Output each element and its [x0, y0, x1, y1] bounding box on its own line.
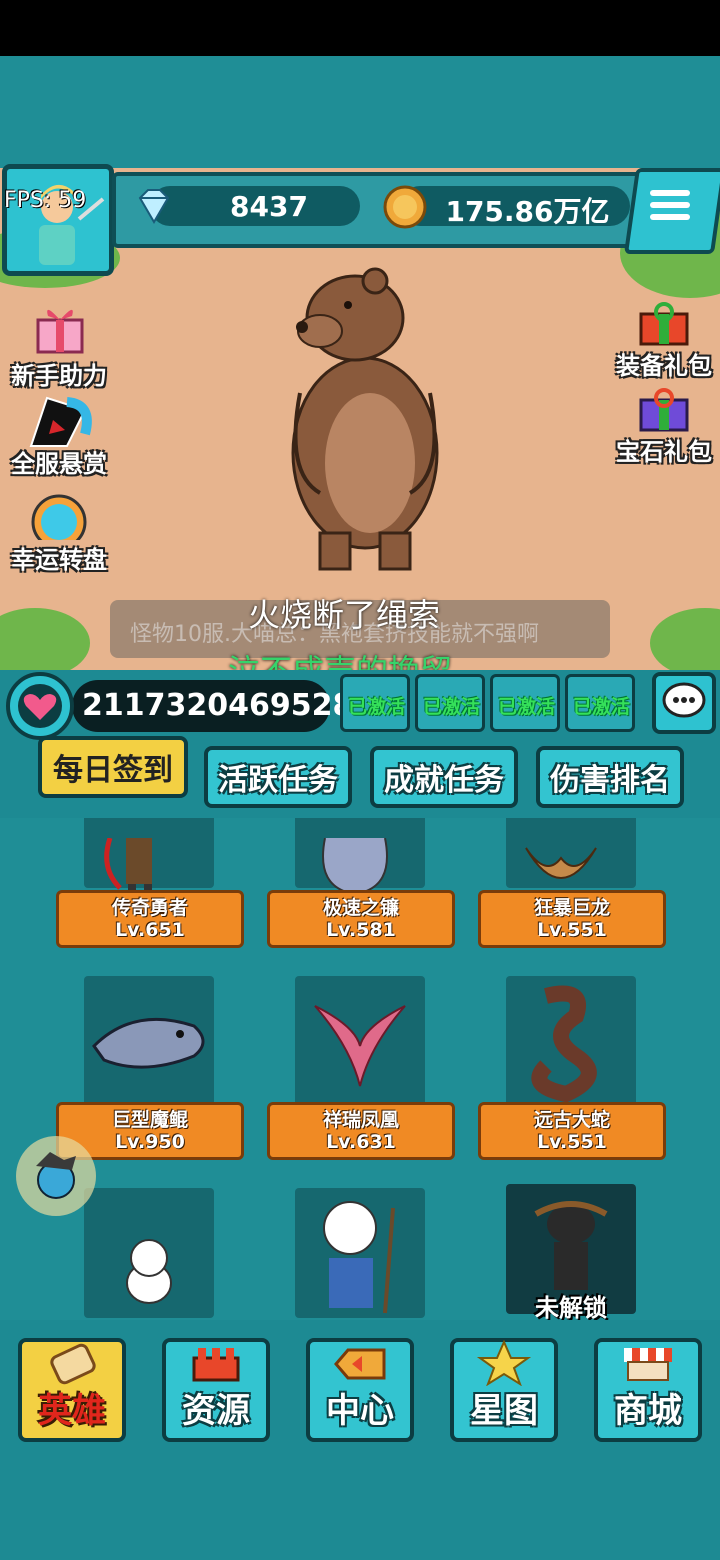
lucky-wheel-icon [31, 494, 87, 550]
newbie-boost-label: 新手助力 [11, 362, 107, 390]
player-avatar[interactable] [2, 164, 114, 276]
hero-ribbon: 传奇勇者 Lv.651 [56, 890, 244, 948]
hero-ribbon: 狂暴巨龙 Lv.551 [478, 890, 666, 948]
legend-hero-icon [104, 838, 152, 898]
lucky-wheel-button[interactable]: 幸运转盘 [4, 492, 114, 575]
lucky-wheel-label: 幸运转盘 [11, 546, 107, 574]
server-bounty-label: 全服悬赏 [11, 450, 107, 478]
shop-awning-icon [624, 1348, 672, 1381]
berserk-dragon-icon [525, 847, 597, 879]
resource-building-icon [192, 1348, 240, 1382]
top-frame [0, 56, 720, 174]
bear-monster[interactable] [280, 263, 450, 573]
hero-name: 狂暴巨龙 [533, 897, 610, 919]
fps-counter: FPS: 59 [4, 188, 87, 213]
hero-card-image[interactable] [506, 976, 636, 1106]
star-icon [476, 1340, 532, 1386]
hero-card-image[interactable] [84, 976, 214, 1106]
hero-card-image-locked[interactable]: 未解锁 [506, 1184, 636, 1322]
tab-damage-ranking[interactable]: 伤害排名 [536, 746, 684, 808]
hero-level: Lv.950 [115, 1131, 185, 1153]
bounty-flag-icon [29, 396, 92, 447]
activated-badge: 已激活 [498, 696, 556, 718]
status-bar [0, 0, 720, 56]
signpost-icon [334, 1348, 386, 1380]
hero-card-image[interactable] [295, 976, 425, 1106]
tab-active-tasks[interactable]: 活跃任务 [204, 746, 352, 808]
gem-count: 8437 [230, 190, 308, 223]
gem-gift-icon [639, 388, 689, 432]
bush-decoration [650, 608, 720, 670]
hero-name: 祥瑞凤凰 [322, 1109, 399, 1131]
gem-pack-label: 宝石礼包 [616, 438, 712, 466]
nav-resources-label: 资源 [182, 1391, 250, 1431]
hero-name: 远古大蛇 [533, 1109, 610, 1131]
gem-pack-button[interactable]: 宝石礼包 [610, 386, 718, 467]
nav-center-label: 中心 [326, 1391, 394, 1431]
hero-portrait-icon [39, 184, 105, 265]
hero-level: Lv.581 [326, 919, 396, 941]
tab-achievement-tasks[interactable]: 成就任务 [370, 746, 518, 808]
cat-pet-icon [36, 1152, 76, 1199]
hero-ribbon: 远古大蛇 Lv.551 [478, 1102, 666, 1160]
newbie-boost-button[interactable]: 新手助力 [4, 300, 114, 391]
phoenix-icon [314, 1005, 406, 1087]
equipment-pack-button[interactable]: 装备礼包 [610, 300, 718, 381]
hero-card-image[interactable] [84, 1188, 214, 1318]
activated-badge: 已激活 [573, 696, 631, 718]
floating-pet-button[interactable] [16, 1136, 96, 1216]
hero-grid: 传奇勇者 Lv.651 极速之镰 Lv.581 狂暴巨龙 Lv.551 巨型魔鲲… [0, 818, 720, 1338]
nav-star-map-label: 星图 [470, 1391, 538, 1431]
hero-name: 极速之镰 [322, 897, 399, 919]
hamburger-icon [650, 186, 690, 226]
locked-hero-silhouette-icon [534, 1201, 608, 1290]
equipment-pack-label: 装备礼包 [616, 352, 712, 380]
nav-shop-label: 商城 [614, 1391, 682, 1431]
speed-scythe-icon [322, 838, 388, 896]
hero-level: Lv.551 [537, 919, 607, 941]
activated-badge: 已激活 [423, 696, 481, 718]
bush-decoration [0, 608, 90, 670]
hp-value: 21173204695288 [82, 688, 375, 723]
scroll-icon [50, 1343, 96, 1385]
tab-daily-signin[interactable]: 每日签到 [38, 736, 188, 798]
hero-level: Lv.551 [537, 1131, 607, 1153]
chat-button[interactable] [652, 672, 716, 734]
nav-heroes-label: 英雄 [38, 1391, 106, 1431]
hero-ribbon: 极速之镰 Lv.581 [267, 890, 455, 948]
subtitle-line-1: 火烧断了绳索 [248, 596, 441, 634]
activated-badge: 已激活 [348, 696, 406, 718]
hero-card-image[interactable] [295, 1188, 425, 1318]
hero-ribbon: 祥瑞凤凰 Lv.631 [267, 1102, 455, 1160]
gold-count: 175.86万亿 [445, 195, 610, 228]
hero-level: Lv.651 [115, 919, 185, 941]
alpaca-farmer-icon [323, 1201, 395, 1314]
gift-box-icon [36, 309, 84, 354]
lucky-cat-icon [126, 1239, 172, 1304]
giant-whale-icon [92, 1017, 205, 1069]
equipment-gift-icon [639, 302, 689, 346]
chat-bubble-icon [662, 682, 706, 718]
ancient-serpent-icon [531, 985, 597, 1103]
hero-name: 巨型魔鲲 [111, 1109, 188, 1131]
heart-icon [6, 672, 74, 740]
hero-level: Lv.631 [326, 1131, 396, 1153]
server-bounty-button[interactable]: 全服悬赏 [4, 390, 114, 479]
hero-name: 传奇勇者 [111, 897, 188, 919]
gold-coin-icon [383, 185, 427, 229]
